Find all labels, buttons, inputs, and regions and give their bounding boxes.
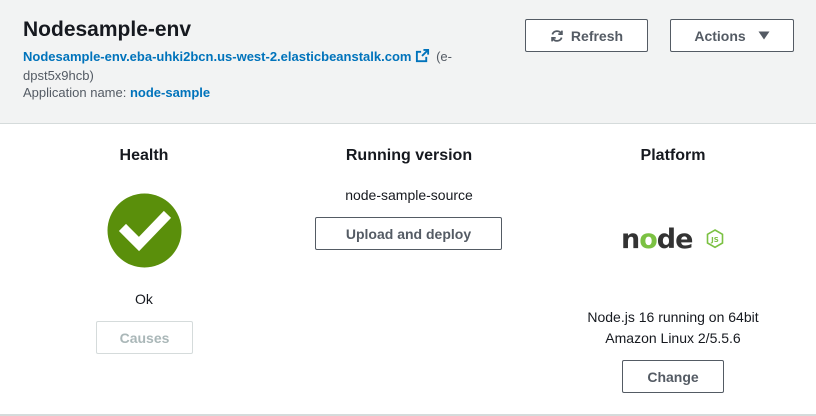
application-name-link[interactable]: node-sample [130, 85, 210, 100]
check-circle-icon [107, 193, 182, 268]
platform-description-line1: Node.js 16 running on 64bit [587, 309, 759, 325]
running-version-heading: Running version [345, 147, 473, 164]
health-status: Ok [135, 291, 153, 307]
environment-header: Nodesample-env Nodesample-env.eba-uhki2b… [0, 0, 816, 124]
causes-button[interactable]: Causes [96, 321, 193, 354]
upload-and-deploy-button[interactable]: Upload and deploy [315, 217, 502, 250]
running-version-label: node-sample-source [345, 187, 473, 203]
change-label: Change [647, 368, 699, 385]
svg-text:JS: JS [710, 236, 719, 244]
platform-description: Node.js 16 running on 64bit Amazon Linux… [553, 307, 793, 349]
causes-label: Causes [119, 329, 170, 346]
page-title: Nodesample-env [23, 18, 192, 41]
platform-heading: Platform [640, 147, 706, 164]
external-link-icon[interactable] [415, 48, 430, 67]
application-name-line: Application name: node-sample [23, 84, 210, 101]
nodejs-logo: node JS [621, 224, 724, 252]
environment-url-link[interactable]: Nodesample-env.eba-uhki2bcn.us-west-2.el… [23, 49, 411, 64]
refresh-label: Refresh [570, 27, 624, 44]
caret-down-icon [758, 31, 770, 40]
actions-label: Actions [694, 27, 746, 44]
environment-url-block: Nodesample-env.eba-uhki2bcn.us-west-2.el… [23, 48, 483, 84]
refresh-button[interactable]: Refresh [525, 19, 648, 52]
platform-description-line2: Amazon Linux 2/5.5.6 [605, 330, 741, 346]
health-heading: Health [119, 147, 169, 164]
upload-and-deploy-label: Upload and deploy [345, 225, 472, 242]
change-platform-button[interactable]: Change [622, 360, 724, 393]
refresh-icon [551, 29, 563, 42]
application-name-label: Application name: [23, 85, 127, 100]
actions-dropdown-button[interactable]: Actions [670, 19, 794, 52]
svg-text:node: node [621, 224, 692, 252]
